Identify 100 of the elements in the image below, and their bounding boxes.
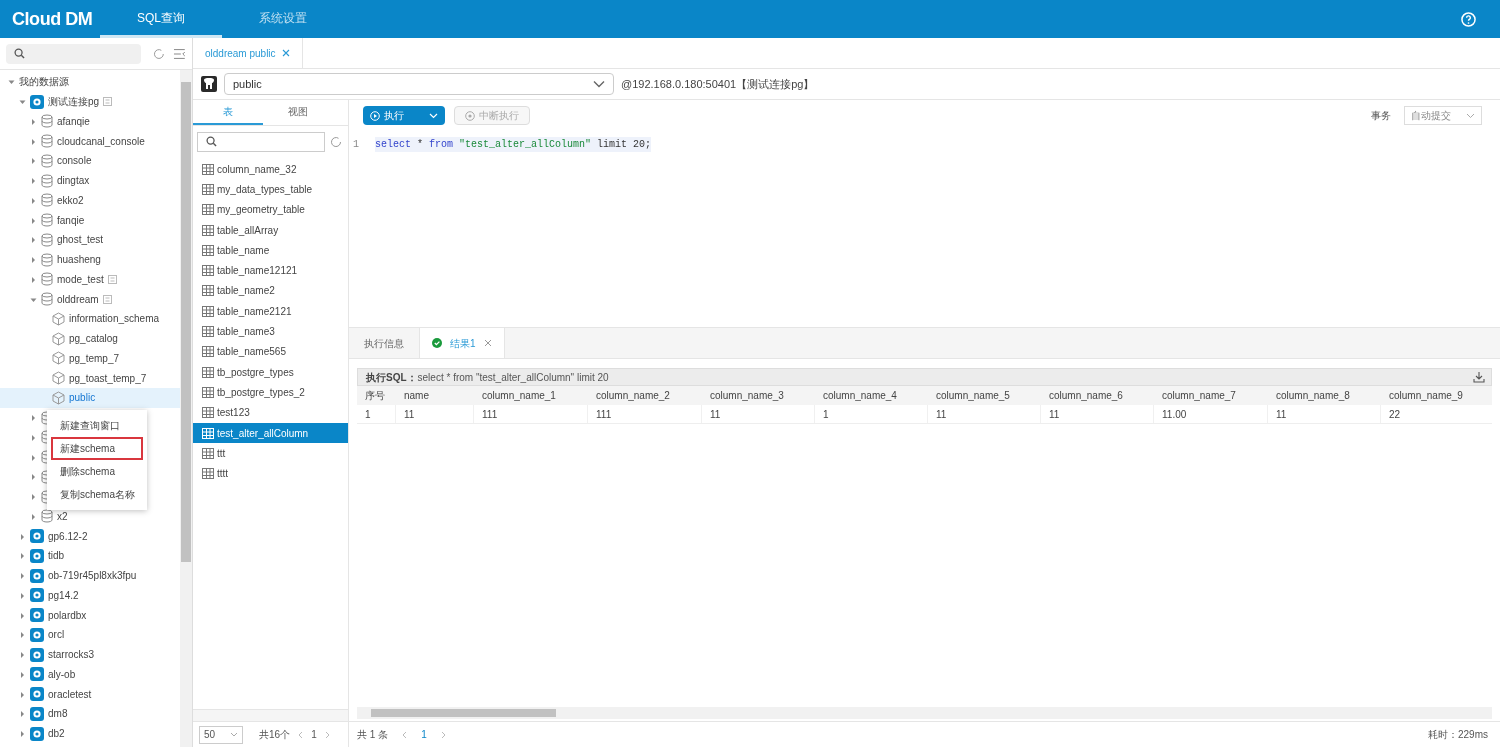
caret-right-icon[interactable] xyxy=(30,196,37,204)
menu-item[interactable]: 删除schema xyxy=(51,460,143,483)
table-item[interactable]: table_name565 xyxy=(193,341,348,362)
table-item[interactable]: test123 xyxy=(193,402,348,423)
caret-right-icon[interactable] xyxy=(19,710,26,718)
column-header[interactable]: column_name_9 xyxy=(1381,388,1492,403)
caret-right-icon[interactable] xyxy=(30,275,37,283)
menu-item[interactable]: 新建查询窗口 xyxy=(51,414,143,437)
caret-right-icon[interactable] xyxy=(19,591,26,599)
horizontal-scrollbar[interactable] xyxy=(357,707,1492,719)
caret-right-icon[interactable] xyxy=(19,611,26,619)
caret-right-icon[interactable] xyxy=(30,512,37,520)
tree-label[interactable]: 我的数据源 xyxy=(19,74,69,90)
caret-down-icon[interactable] xyxy=(8,78,15,86)
run-button[interactable]: 执行 xyxy=(363,106,445,125)
table-item[interactable]: table_name12121 xyxy=(193,260,348,281)
table-item[interactable]: table_allArray xyxy=(193,219,348,241)
refresh-icon[interactable] xyxy=(330,135,342,148)
tree-item[interactable]: public xyxy=(0,388,180,408)
chevron-left-icon[interactable] xyxy=(402,730,408,739)
tree-label[interactable]: tidb xyxy=(48,548,65,564)
close-icon[interactable] xyxy=(281,49,290,57)
table-item[interactable]: column_name_32 xyxy=(193,159,348,180)
collapse-icon[interactable] xyxy=(173,47,186,60)
column-header[interactable]: column_name_2 xyxy=(588,388,702,403)
tree-label[interactable]: ekko2 xyxy=(57,192,84,208)
caret-right-icon[interactable] xyxy=(19,730,26,738)
caret-right-icon[interactable] xyxy=(30,157,37,165)
column-header[interactable]: column_name_8 xyxy=(1268,388,1381,403)
tree-label[interactable]: ghost_test xyxy=(57,232,104,248)
caret-right-icon[interactable] xyxy=(30,433,37,441)
download-icon[interactable] xyxy=(1473,371,1485,383)
chevron-left-icon[interactable] xyxy=(298,730,304,739)
caret-right-icon[interactable] xyxy=(19,631,26,639)
caret-right-icon[interactable] xyxy=(30,256,37,264)
caret-right-icon[interactable] xyxy=(19,651,26,659)
tree-item[interactable]: pg_toast_temp_7 xyxy=(0,368,180,388)
scrollbar[interactable] xyxy=(180,70,192,747)
column-header[interactable]: column_name_7 xyxy=(1154,388,1268,403)
table-search-field[interactable] xyxy=(197,131,325,152)
close-icon[interactable] xyxy=(483,339,492,347)
object-tab[interactable]: 视图 xyxy=(263,100,333,125)
transaction-select[interactable]: 自动提交 xyxy=(1404,106,1482,125)
menu-item[interactable]: 新建schema xyxy=(51,437,143,460)
table-item[interactable]: tb_postgre_types xyxy=(193,361,348,383)
tree-label[interactable]: cloudcanal_console xyxy=(57,133,145,149)
table-item[interactable]: my_data_types_table xyxy=(193,179,348,200)
tree-label[interactable]: mode_test xyxy=(57,271,104,287)
caret-right-icon[interactable] xyxy=(30,493,37,501)
result-tab[interactable]: 执行信息 xyxy=(349,328,419,358)
table-item[interactable]: table_name2 xyxy=(193,280,348,302)
caret-right-icon[interactable] xyxy=(19,670,26,678)
caret-right-icon[interactable] xyxy=(19,690,26,698)
chevron-down-icon[interactable] xyxy=(429,112,438,119)
caret-right-icon[interactable] xyxy=(19,552,26,560)
table-item[interactable]: ttt xyxy=(193,443,348,464)
tree-label[interactable]: pg14.2 xyxy=(48,587,79,603)
chevron-right-icon[interactable] xyxy=(440,730,446,739)
tree-label[interactable]: orcl xyxy=(48,627,65,643)
column-header[interactable]: column_name_6 xyxy=(1041,388,1154,403)
tree-label[interactable]: dingtax xyxy=(57,173,90,189)
page-number[interactable]: 1 xyxy=(311,727,317,742)
caret-right-icon[interactable] xyxy=(30,137,37,145)
caret-right-icon[interactable] xyxy=(30,216,37,224)
tree-label[interactable]: polardbx xyxy=(48,607,87,623)
caret-right-icon[interactable] xyxy=(19,572,26,580)
table-item[interactable]: table_name xyxy=(193,240,348,261)
caret-right-icon[interactable] xyxy=(30,473,37,481)
tree-item[interactable]: information_schema xyxy=(0,309,180,329)
caret-right-icon[interactable] xyxy=(30,117,37,125)
column-header[interactable]: 序号 xyxy=(357,388,396,403)
table-item[interactable]: tttt xyxy=(193,463,348,484)
tree-label[interactable]: afanqie xyxy=(57,113,90,129)
tree-label[interactable]: 测试连接pg xyxy=(48,94,100,110)
column-header[interactable]: column_name_1 xyxy=(474,388,588,403)
page-number[interactable]: 1 xyxy=(421,727,427,742)
column-header[interactable]: column_name_3 xyxy=(702,388,815,403)
chevron-right-icon[interactable] xyxy=(324,730,330,739)
horizontal-scrollbar[interactable] xyxy=(193,709,348,721)
menu-item[interactable]: 复制schema名称 xyxy=(51,483,143,506)
tree-label[interactable]: aly-ob xyxy=(48,666,76,682)
tree-label[interactable]: olddream xyxy=(57,291,99,307)
schema-select[interactable]: public xyxy=(224,73,614,95)
caret-right-icon[interactable] xyxy=(30,414,37,422)
caret-right-icon[interactable] xyxy=(30,453,37,461)
column-header[interactable]: name xyxy=(396,388,474,403)
help-icon[interactable] xyxy=(1461,11,1476,27)
tree-label[interactable]: oracletest xyxy=(48,686,92,702)
column-header[interactable]: column_name_4 xyxy=(815,388,928,403)
caret-down-icon[interactable] xyxy=(19,98,26,106)
tree-label[interactable]: huasheng xyxy=(57,252,101,268)
tree-label[interactable]: db2 xyxy=(48,726,65,742)
tree-label[interactable]: x2 xyxy=(57,508,68,524)
column-header[interactable]: column_name_5 xyxy=(928,388,1041,403)
table-item[interactable]: test_alter_allColumn xyxy=(193,422,348,444)
tree-label[interactable]: console xyxy=(57,153,92,169)
table-item[interactable]: table_name2121 xyxy=(193,301,348,322)
table-item[interactable]: tb_postgre_types_2 xyxy=(193,382,348,403)
refresh-icon[interactable] xyxy=(153,47,166,60)
caret-right-icon[interactable] xyxy=(30,177,37,185)
